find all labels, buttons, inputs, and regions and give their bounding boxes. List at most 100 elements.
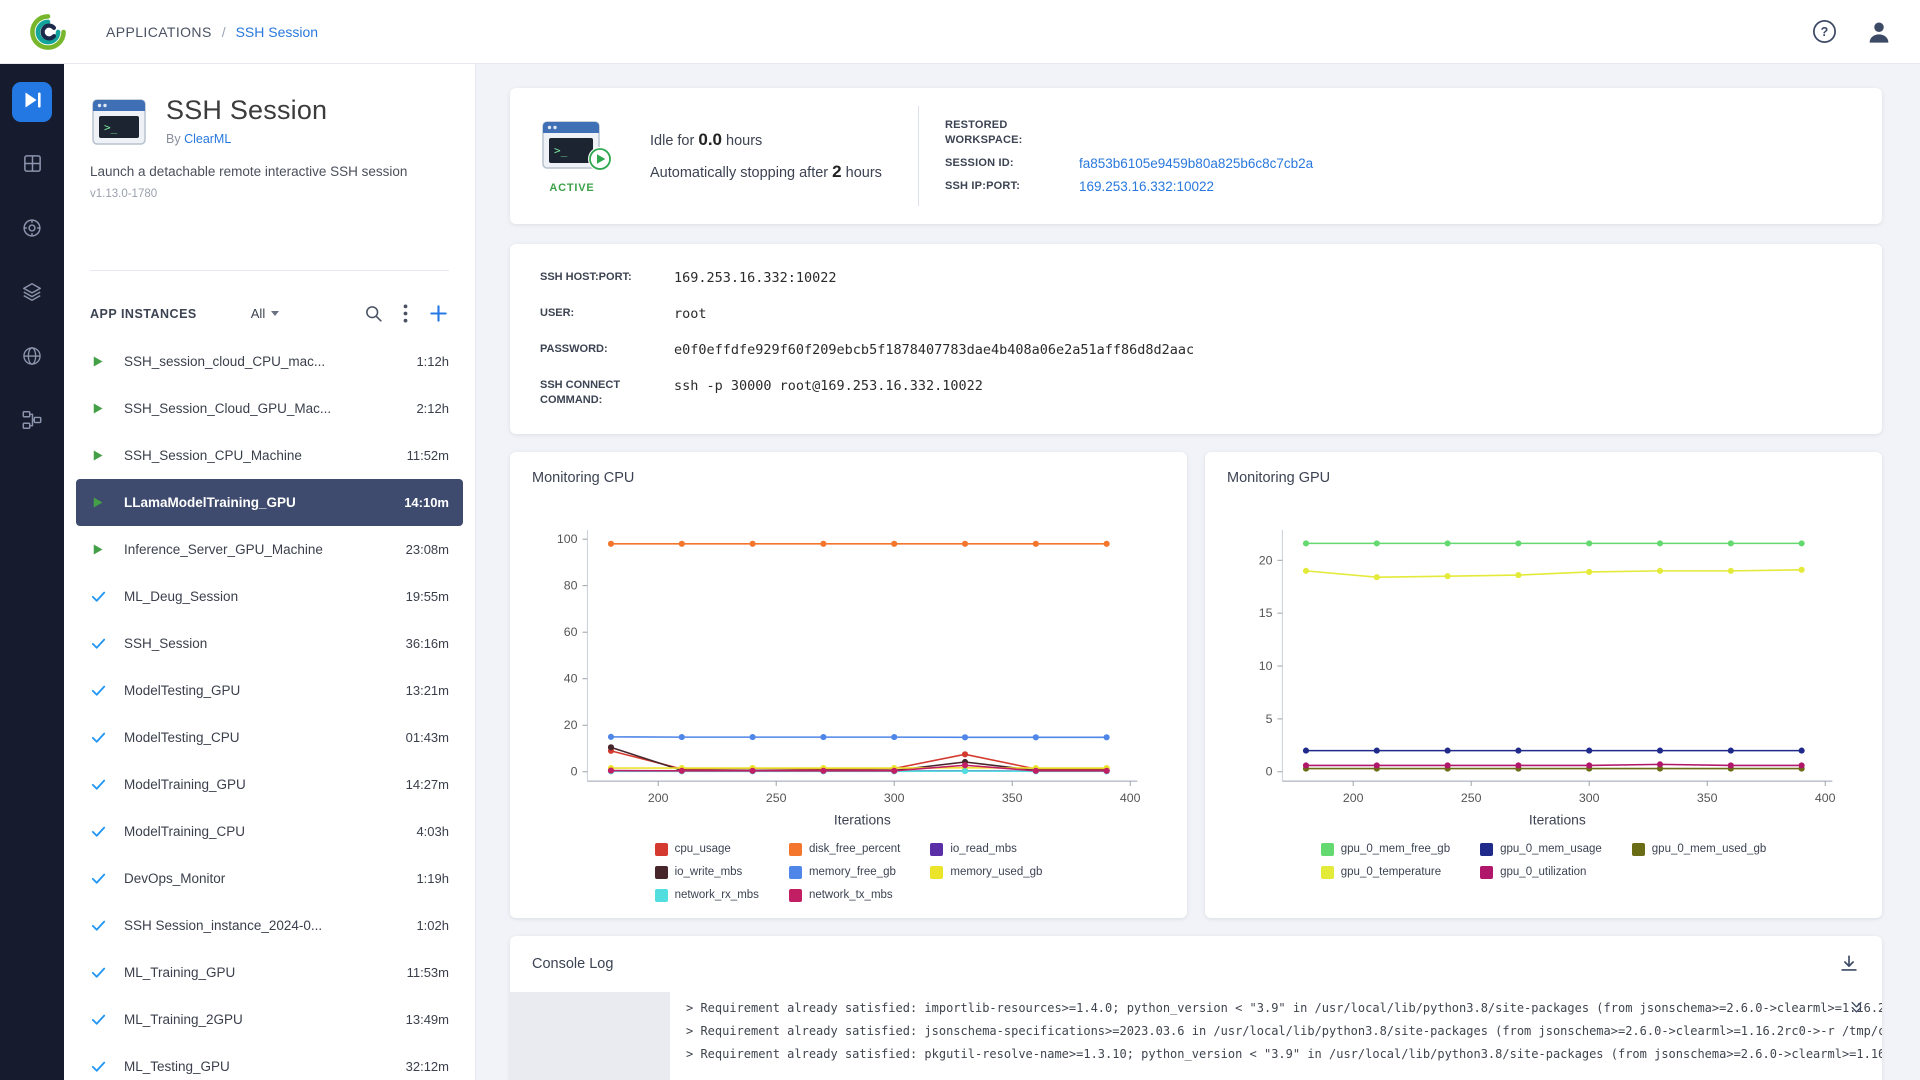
rail-item-applications[interactable] [12,82,52,122]
legend-item-memory_free_gb[interactable]: memory_free_gb [789,866,900,879]
app-instances-header: APP INSTANCES [90,307,197,321]
svg-text:250: 250 [766,791,787,805]
instance-name: Inference_Server_GPU_Machine [124,542,406,557]
ssh-ip-label: SSH IP:PORT: [945,179,1079,194]
list-item[interactable]: DevOps_Monitor1:19h [76,855,463,902]
add-instance-button[interactable] [428,303,449,324]
cpu-chart-title: Monitoring CPU [532,470,1165,486]
clearml-logo[interactable] [26,10,70,54]
running-play-icon [90,495,108,510]
search-icon[interactable] [364,304,383,323]
user-avatar[interactable] [1864,17,1894,47]
list-item[interactable]: ML_Training_GPU11:53m [76,949,463,996]
app-author: By ClearML [166,132,327,146]
svg-text:>_: >_ [104,121,118,134]
svg-text:400: 400 [1815,791,1836,805]
list-item[interactable]: ML_Training_2GPU13:49m [76,996,463,1043]
list-item[interactable]: SSH Session_instance_2024-0...1:02h [76,902,463,949]
rail-item-pipelines[interactable] [12,402,52,442]
kebab-menu-icon[interactable] [403,304,408,323]
instance-duration: 1:02h [416,918,449,933]
breadcrumb-applications[interactable]: APPLICATIONS [106,24,212,40]
instance-name: ML_Training_2GPU [124,1012,406,1027]
cpu-chart-legend: cpu_usage disk_free_percent io_read_mbs io_… [532,843,1165,902]
legend-item-gpu_0_mem_used_gb[interactable]: gpu_0_mem_used_gb [1632,843,1766,856]
legend-item-memory_used_gb[interactable]: memory_used_gb [930,866,1042,879]
completed-check-icon [90,776,108,793]
list-item[interactable]: LLamaModelTraining_GPU14:10m [76,479,463,526]
instance-name: SSH_session_cloud_CPU_mac... [124,354,416,369]
list-item[interactable]: SSH_Session_CPU_Machine11:52m [76,432,463,479]
rail-item-hyper-datasets[interactable] [12,338,52,378]
svg-text:?: ? [1821,25,1829,39]
legend-item-cpu_usage[interactable]: cpu_usage [655,843,759,856]
legend-item-gpu_0_utilization[interactable]: gpu_0_utilization [1480,866,1602,879]
layers-icon [21,281,43,308]
instance-duration: 11:53m [407,965,449,980]
legend-item-gpu_0_mem_free_gb[interactable]: gpu_0_mem_free_gb [1321,843,1450,856]
ssh-ip-link[interactable]: 169.253.16.332:10022 [1079,179,1214,194]
legend-label: gpu_0_mem_usage [1500,843,1602,855]
list-item[interactable]: SSH_Session_Cloud_GPU_Mac...2:12h [76,385,463,432]
legend-item-gpu_0_temperature[interactable]: gpu_0_temperature [1321,866,1450,879]
list-item[interactable]: SSH_session_cloud_CPU_mac...1:12h [76,338,463,385]
rail-item-datasets[interactable] [12,274,52,314]
svg-text:0: 0 [1266,765,1273,779]
session-status-card: >_ ACTIVE Idle for 0.0 hours Automatical… [510,88,1882,224]
breadcrumb: APPLICATIONS / SSH Session [106,24,318,40]
list-item[interactable]: ML_Testing_GPU32:12m [76,1043,463,1080]
svg-text:250: 250 [1461,791,1482,805]
help-icon[interactable]: ? [1811,18,1838,45]
instance-name: ModelTraining_GPU [124,777,406,792]
download-log-icon[interactable] [1838,953,1860,975]
svg-text:10: 10 [1259,659,1273,673]
console-log-card: Console Log > Requirement already satisf… [510,936,1882,1080]
svg-text:80: 80 [564,579,578,593]
list-item[interactable]: Inference_Server_GPU_Machine23:08m [76,526,463,573]
legend-item-network_tx_mbs[interactable]: network_tx_mbs [789,889,900,902]
by-prefix: By [166,132,184,146]
rail-item-projects[interactable] [12,146,52,186]
legend-item-io_write_mbs[interactable]: io_write_mbs [655,866,759,879]
chevron-down-icon [271,311,279,316]
list-item[interactable]: ModelTraining_GPU14:27m [76,761,463,808]
console-log-line: > Requirement already satisfied: importl… [686,997,1866,1020]
legend-item-network_rx_mbs[interactable]: network_rx_mbs [655,889,759,902]
app-instances-toolbar: APP INSTANCES All [64,271,475,336]
svg-text:20: 20 [1259,553,1273,567]
list-item[interactable]: ModelTesting_GPU13:21m [76,667,463,714]
legend-label: gpu_0_temperature [1341,866,1441,878]
instances-filter-dropdown[interactable]: All [251,306,279,321]
clearml-link[interactable]: ClearML [184,132,231,146]
breadcrumb-current[interactable]: SSH Session [236,24,318,40]
completed-check-icon [90,823,108,840]
legend-label: gpu_0_mem_used_gb [1652,843,1766,855]
completed-check-icon [90,917,108,934]
completed-check-icon [90,635,108,652]
console-log-lines: > Requirement already satisfied: importl… [670,992,1882,1080]
status-badge: ACTIVE [549,182,594,194]
list-item[interactable]: ModelTesting_CPU01:43m [76,714,463,761]
list-item[interactable]: ML_Deug_Session19:55m [76,573,463,620]
completed-check-icon [90,1058,108,1075]
list-item[interactable]: SSH_Session36:16m [76,620,463,667]
legend-swatch [789,889,802,902]
app-version: v1.13.0-1780 [90,188,449,200]
legend-item-io_read_mbs[interactable]: io_read_mbs [930,843,1042,856]
rail-item-workers[interactable] [12,210,52,250]
instance-duration: 23:08m [406,542,449,557]
legend-swatch [930,866,943,879]
svg-text:350: 350 [1002,791,1023,805]
legend-label: gpu_0_utilization [1500,866,1586,878]
instance-name: ModelTesting_CPU [124,730,406,745]
legend-item-gpu_0_mem_usage[interactable]: gpu_0_mem_usage [1480,843,1602,856]
session-id-link[interactable]: fa853b6105e9459b80a825b6c8c7cb2a [1079,156,1313,171]
legend-item-disk_free_percent[interactable]: disk_free_percent [789,843,900,856]
connection-value: root [674,306,1852,322]
list-item[interactable]: ModelTraining_CPU4:03h [76,808,463,855]
vertical-divider [918,106,919,206]
scroll-to-end-icon[interactable] [1849,1000,1864,1020]
legend-label: io_write_mbs [675,866,743,878]
instance-duration: 11:52m [407,448,449,463]
legend-swatch [789,843,802,856]
